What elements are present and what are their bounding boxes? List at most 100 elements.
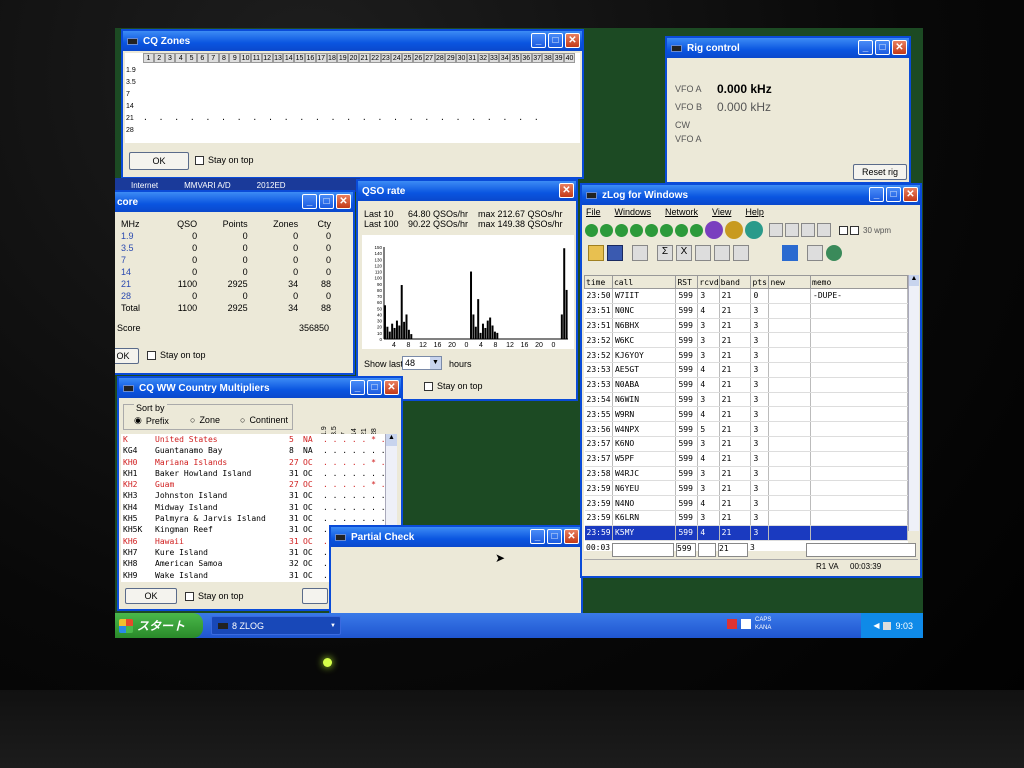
log-row[interactable]: 23:52 KJ6YOY 599 3 21 3	[584, 347, 908, 363]
country-row[interactable]: K United States 5 NA . . . . . * .	[121, 434, 385, 445]
menu-network[interactable]: Network	[665, 207, 698, 217]
country-row[interactable]: KH4 Midway Island 31 OC . . . . . . .	[121, 502, 385, 513]
stay-on-top-checkbox[interactable]: Stay on top	[185, 591, 244, 601]
menu-file[interactable]: File	[586, 207, 601, 217]
close-button[interactable]: ✕	[564, 529, 579, 544]
log-row[interactable]: 23:52 W6KC 599 3 21 3	[584, 332, 908, 349]
start-button[interactable]: スタート	[115, 613, 203, 638]
radio-continent[interactable]: ○ Continent	[240, 415, 288, 425]
cw-message-f3-icon[interactable]	[615, 223, 628, 237]
cw-message-f6-icon[interactable]	[660, 223, 673, 237]
log-row[interactable]: 23:50 W7IIT 599 3 21 0 -DUPE-	[584, 288, 908, 304]
maximize-button[interactable]: □	[319, 194, 334, 209]
entry-rst-input[interactable]: 599	[676, 543, 696, 557]
unlabeled-button[interactable]	[302, 588, 328, 604]
score-icon[interactable]: Σ	[657, 245, 673, 261]
cw-message-f1-icon[interactable]	[585, 223, 598, 237]
log-header-band[interactable]: band	[718, 275, 752, 289]
log-header-pts[interactable]: pts	[750, 275, 770, 289]
cq-purple-icon[interactable]	[705, 221, 723, 239]
log-row[interactable]: 23:59 K5MY 599 4 21 3	[584, 525, 908, 541]
country-row[interactable]: KG4 Guantanamo Bay 8 NA . . . . . . .	[121, 445, 385, 456]
log-row[interactable]: 23:51 N0NC 599 4 21 3	[584, 303, 908, 319]
zoom-icon[interactable]	[714, 245, 730, 261]
entry-rcvd-input[interactable]	[698, 543, 716, 557]
qso-rate-titlebar[interactable]: QSO rate ✕	[358, 181, 576, 201]
option-checkbox[interactable]	[839, 225, 848, 235]
maximize-button[interactable]: □	[547, 529, 562, 544]
minimize-button[interactable]: _	[531, 33, 546, 48]
maximize-button[interactable]: □	[875, 40, 890, 55]
log-row[interactable]: 23:51 N6BHX 599 3 21 3	[584, 318, 908, 334]
close-button[interactable]: ✕	[892, 40, 907, 55]
country-row[interactable]: KH2 Guam 27 OC . . . . . * .	[121, 479, 385, 490]
log-row[interactable]: 23:58 W4RJC 599 3 21 3	[584, 466, 908, 482]
rate-graph-icon[interactable]	[695, 245, 711, 261]
close-button[interactable]: ✕	[336, 194, 351, 209]
minimize-button[interactable]: _	[869, 187, 884, 202]
country-row[interactable]: KH0 Mariana Islands 27 OC . . . . . * .	[121, 457, 385, 468]
close-button[interactable]: ✕	[565, 33, 580, 48]
menu-windows[interactable]: Windows	[615, 207, 652, 217]
minimize-button[interactable]: _	[858, 40, 873, 55]
log-row[interactable]: 23:55 W9RN 599 4 21 3	[584, 406, 908, 423]
maximize-button[interactable]: □	[367, 380, 382, 395]
log-row[interactable]: 23:54 N6WIN 599 3 21 3	[584, 392, 908, 408]
log-header-memo[interactable]: memo	[810, 275, 908, 289]
reset-rig-button[interactable]: Reset rig	[853, 164, 907, 180]
partial-check-icon[interactable]	[632, 245, 648, 261]
hours-select[interactable]: 48 ▼	[402, 356, 442, 370]
log-scrollbar[interactable]: ▲	[908, 275, 919, 531]
radio-icon[interactable]: ○	[190, 415, 195, 425]
menu-help[interactable]: Help	[745, 207, 764, 217]
enter-icon[interactable]	[782, 245, 798, 261]
maximize-button[interactable]: □	[886, 187, 901, 202]
radio-icon[interactable]: ○	[240, 415, 245, 425]
stay-on-top-checkbox[interactable]: Stay on top	[147, 350, 206, 360]
help-icon[interactable]	[741, 619, 751, 629]
log-header-RST[interactable]: RST	[675, 275, 699, 289]
scroll-up-icon[interactable]: ▲	[386, 434, 397, 446]
close-button[interactable]: ✕	[384, 380, 399, 395]
log-row[interactable]: 23:56 W4NPX 599 5 21 3	[584, 421, 908, 437]
log-header-time[interactable]: time	[584, 275, 613, 289]
close-button[interactable]: ✕	[903, 187, 918, 202]
log-header-rcvd[interactable]: rcvd	[697, 275, 720, 289]
checkbox-box[interactable]	[195, 155, 204, 165]
maximize-button[interactable]: □	[548, 33, 563, 48]
ok-button[interactable]: OK	[115, 348, 139, 364]
country-row[interactable]: KH1 Baker Howland Island 31 OC . . . . . . .	[121, 468, 385, 479]
zlog-titlebar[interactable]: zLog for Windows _ □ ✕	[582, 185, 920, 205]
cq-gold-icon[interactable]	[725, 221, 743, 239]
cw-message-f7-icon[interactable]	[675, 223, 688, 237]
country-row[interactable]: KH3 Johnston Island 31 OC . . . . . . .	[121, 490, 385, 501]
stop-icon[interactable]	[769, 223, 783, 237]
cq-zones-titlebar[interactable]: CQ Zones _ □ ✕	[123, 31, 582, 51]
ok-button[interactable]: OK	[129, 152, 189, 170]
entry-call-input[interactable]	[612, 543, 674, 557]
cw-message-f4-icon[interactable]	[630, 223, 643, 237]
chevron-down-icon[interactable]: ▼	[430, 357, 441, 369]
tray-arrow-icon[interactable]: ◀	[873, 621, 879, 630]
radio-prefix[interactable]: ◉ Prefix	[134, 415, 169, 426]
checkbox-box[interactable]	[424, 381, 433, 391]
entry-memo-input[interactable]	[806, 543, 916, 557]
stay-on-top-checkbox[interactable]: Stay on top	[195, 155, 254, 165]
tools-icon[interactable]	[807, 245, 823, 261]
log-row[interactable]: 23:53 AE5GT 599 4 21 3	[584, 362, 908, 378]
minimize-button[interactable]: _	[350, 380, 365, 395]
globe-icon[interactable]	[826, 245, 842, 261]
cq-teal-icon[interactable]	[745, 221, 763, 239]
rig-titlebar[interactable]: Rig control _ □ ✕	[667, 38, 909, 58]
cw-message-f5-icon[interactable]	[645, 223, 658, 237]
log-row[interactable]: 23:53 N0ABA 599 4 21 3	[584, 377, 908, 393]
cw-message-f2-icon[interactable]	[600, 223, 613, 237]
log-row[interactable]: 23:57 W5PF 599 4 21 3	[584, 451, 908, 467]
country-titlebar[interactable]: CQ WW Country Multipliers _ □ ✕	[119, 378, 401, 398]
score-titlebar[interactable]: core _ □ ✕	[115, 192, 353, 212]
pause-icon[interactable]	[785, 223, 799, 237]
tune-icon[interactable]	[817, 223, 831, 237]
log-row[interactable]: 23:57 K6NO 599 3 21 3	[584, 436, 908, 452]
checkbox-box[interactable]	[147, 350, 156, 360]
stay-on-top-checkbox[interactable]: Stay on top	[424, 381, 483, 391]
